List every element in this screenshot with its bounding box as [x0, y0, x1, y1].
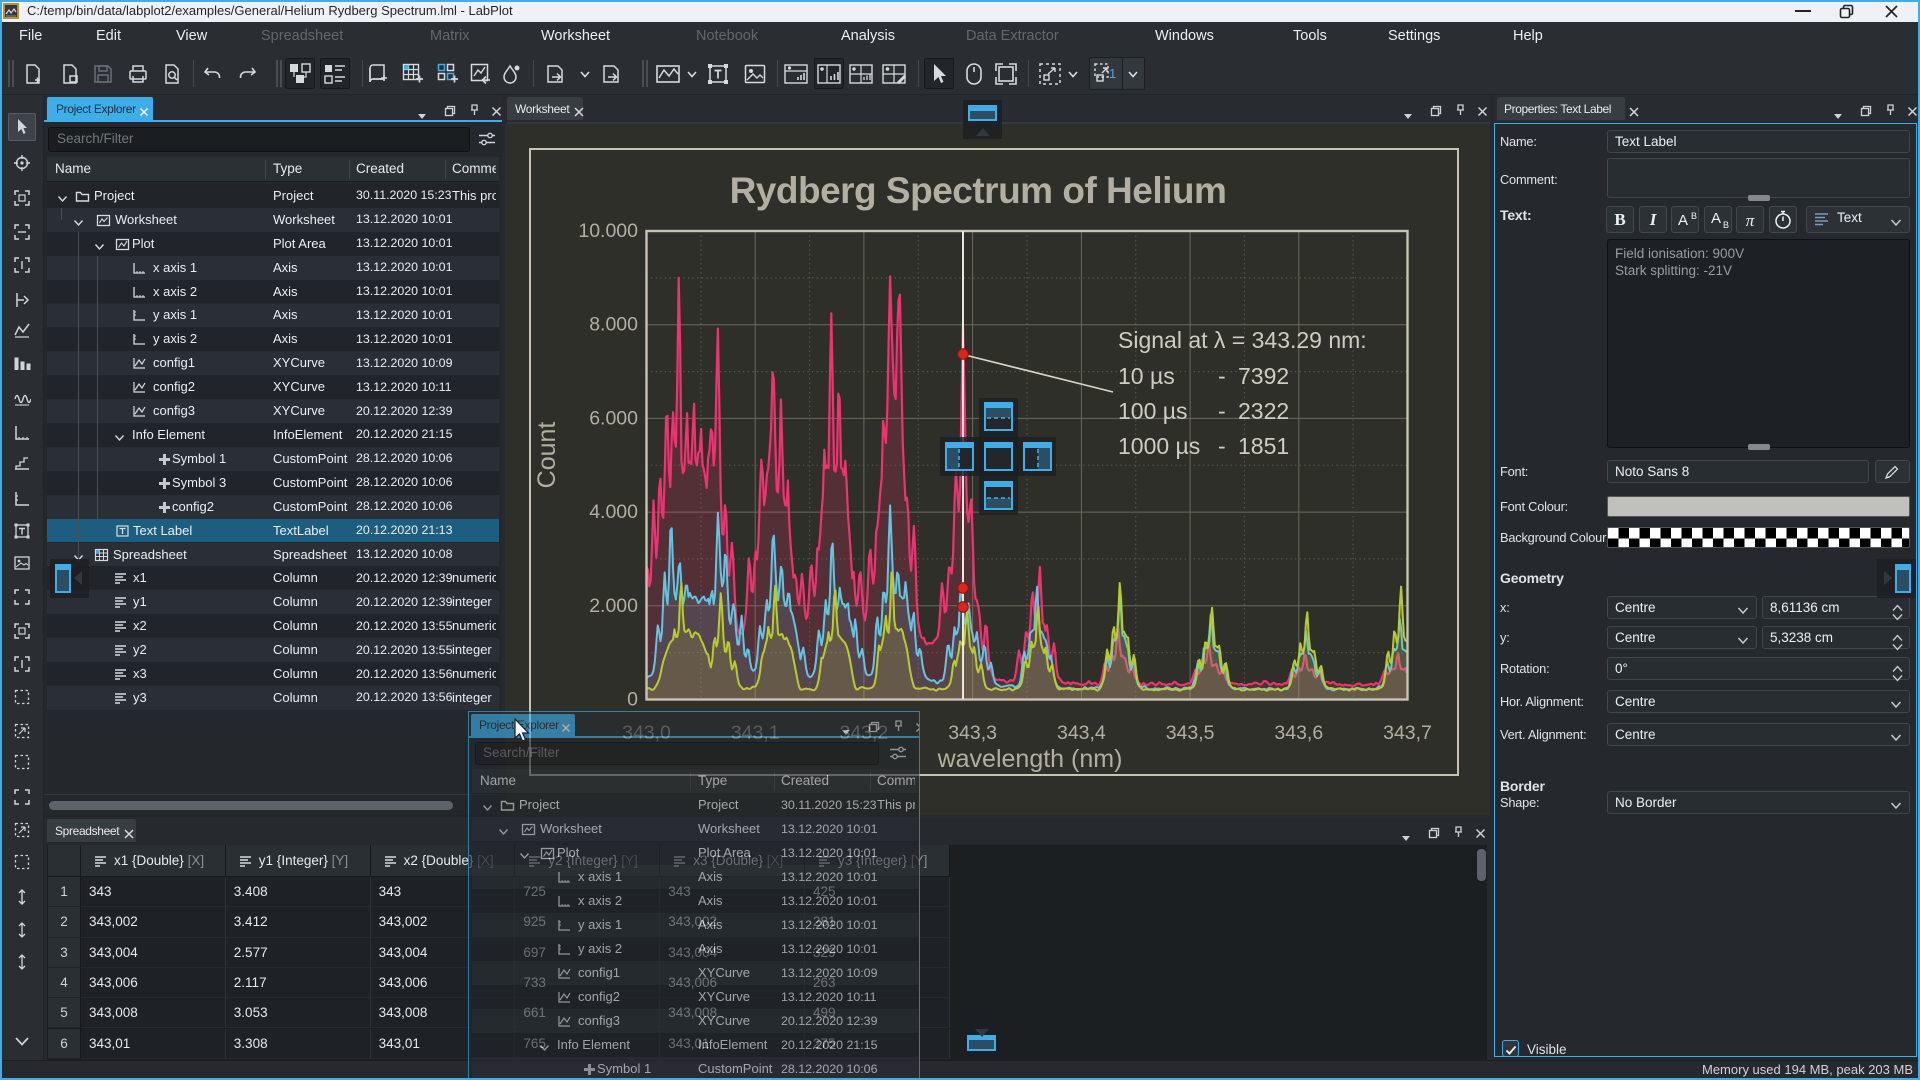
svg-text:1851: 1851	[1238, 433, 1289, 459]
svg-text:7392: 7392	[1238, 363, 1289, 389]
svg-text:1: 1	[1109, 66, 1116, 81]
svg-text:343,7: 343,7	[1383, 722, 1432, 744]
svg-text:Signal at λ = 343.29 nm:: Signal at λ = 343.29 nm:	[1118, 327, 1367, 353]
svg-text:1000 µs: 1000 µs	[1118, 433, 1200, 459]
svg-text:10.000: 10.000	[578, 220, 638, 242]
svg-text:2.000: 2.000	[589, 595, 638, 617]
svg-text:-: -	[1218, 433, 1226, 459]
svg-text:8.000: 8.000	[589, 314, 638, 336]
svg-text:A: A	[1710, 210, 1720, 227]
svg-text:343,4: 343,4	[1057, 722, 1106, 744]
svg-text:wavelength (nm): wavelength (nm)	[937, 745, 1123, 773]
svg-text:10 µs: 10 µs	[1118, 363, 1175, 389]
svg-text:B: B	[1723, 220, 1729, 230]
svg-text:343,5: 343,5	[1166, 722, 1215, 744]
svg-text:343,3: 343,3	[948, 722, 997, 744]
svg-text:B: B	[1691, 211, 1697, 221]
svg-text:-: -	[1218, 398, 1226, 424]
svg-text:100 µs: 100 µs	[1118, 398, 1188, 424]
svg-text:343,6: 343,6	[1274, 722, 1323, 744]
svg-text:2322: 2322	[1238, 398, 1289, 424]
svg-text:B: B	[1614, 210, 1625, 229]
svg-text:-: -	[1218, 363, 1226, 389]
svg-text:π: π	[1746, 211, 1755, 230]
svg-text:Rydberg Spectrum of Helium: Rydberg Spectrum of Helium	[730, 170, 1227, 211]
svg-text:6.000: 6.000	[589, 407, 638, 429]
svg-text:0: 0	[627, 689, 638, 711]
svg-text:I: I	[1648, 210, 1657, 229]
svg-text:Count: Count	[533, 422, 561, 489]
svg-text:A: A	[1678, 212, 1688, 229]
svg-text:4.000: 4.000	[589, 501, 638, 523]
